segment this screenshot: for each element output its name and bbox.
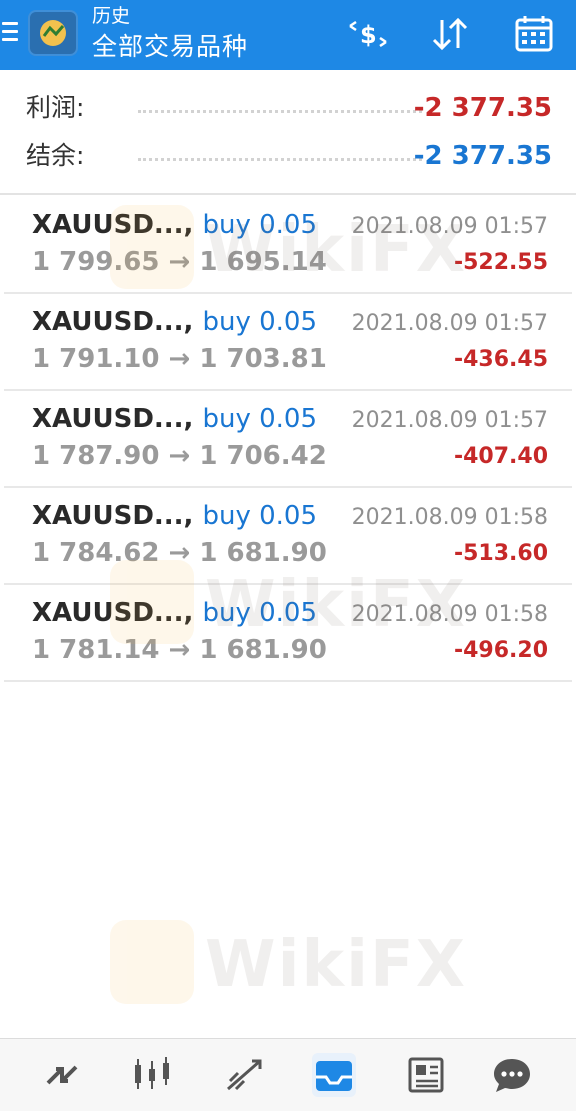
deal-profit: -407.40 bbox=[453, 444, 548, 469]
sort-icon[interactable] bbox=[428, 14, 472, 54]
app-logo-icon bbox=[28, 10, 78, 56]
menu-icon[interactable] bbox=[2, 22, 18, 44]
deal-symbol: XAUUSD..., bbox=[32, 598, 194, 628]
chart-icon[interactable] bbox=[130, 1053, 174, 1097]
deal-row[interactable]: XAUUSD..., buy 0.05 1 791.10 → 1 703.81 … bbox=[4, 293, 572, 391]
dotted-leader bbox=[138, 158, 422, 161]
watermark-logo-icon bbox=[110, 920, 194, 1004]
chat-icon[interactable] bbox=[490, 1053, 534, 1097]
deal-prices: 1 787.90 → 1 706.42 bbox=[32, 441, 327, 471]
dotted-leader bbox=[138, 110, 422, 113]
deal-side: buy 0.05 bbox=[202, 307, 318, 337]
summary-panel: 利润: -2 377.35 结余: -2 377.35 bbox=[0, 70, 576, 195]
calendar-icon[interactable] bbox=[512, 14, 556, 54]
trade-icon[interactable] bbox=[222, 1053, 266, 1097]
profit-label: 利润: bbox=[26, 93, 85, 122]
deal-time: 2021.08.09 01:58 bbox=[351, 505, 548, 530]
news-icon[interactable] bbox=[404, 1053, 448, 1097]
currency-exchange-icon[interactable]: $ bbox=[346, 14, 390, 54]
svg-text:$: $ bbox=[360, 21, 377, 49]
deal-side: buy 0.05 bbox=[202, 598, 318, 628]
deal-row[interactable]: XAUUSD..., buy 0.05 1 787.90 → 1 706.42 … bbox=[4, 390, 572, 488]
deal-profit: -496.20 bbox=[453, 638, 548, 663]
watermark: WikiFX bbox=[110, 920, 465, 1010]
deal-prices: 1 791.10 → 1 703.81 bbox=[32, 344, 327, 374]
deal-time: 2021.08.09 01:57 bbox=[351, 214, 548, 239]
watermark-text: WikiFX bbox=[205, 928, 468, 1002]
balance-row: 结余: -2 377.35 bbox=[26, 136, 552, 176]
deal-side: buy 0.05 bbox=[202, 404, 318, 434]
history-icon[interactable] bbox=[312, 1053, 356, 1097]
deal-time: 2021.08.09 01:58 bbox=[351, 602, 548, 627]
bottom-navigation bbox=[0, 1038, 576, 1111]
balance-label: 结余: bbox=[26, 141, 85, 170]
deal-row[interactable]: XAUUSD..., buy 0.05 1 799.65 → 1 695.14 … bbox=[4, 196, 572, 294]
deal-symbol: XAUUSD..., bbox=[32, 307, 194, 337]
deal-prices: 1 799.65 → 1 695.14 bbox=[32, 247, 327, 277]
deal-profit: -513.60 bbox=[453, 541, 548, 566]
deal-prices: 1 784.62 → 1 681.90 bbox=[32, 538, 327, 568]
deal-side: buy 0.05 bbox=[202, 501, 318, 531]
deal-time: 2021.08.09 01:57 bbox=[351, 311, 548, 336]
deal-symbol: XAUUSD..., bbox=[32, 501, 194, 531]
quotes-icon[interactable] bbox=[40, 1053, 84, 1097]
profit-value: -2 377.35 bbox=[413, 93, 552, 123]
top-app-bar: 历史 全部交易品种 $ bbox=[0, 0, 576, 70]
balance-value: -2 377.35 bbox=[413, 141, 552, 171]
deal-row[interactable]: XAUUSD..., buy 0.05 1 784.62 → 1 681.90 … bbox=[4, 487, 572, 585]
screen-title[interactable]: 全部交易品种 bbox=[92, 31, 248, 63]
deal-symbol: XAUUSD..., bbox=[32, 210, 194, 240]
screen-subtitle: 历史 bbox=[92, 5, 131, 27]
deal-row[interactable]: XAUUSD..., buy 0.05 1 781.14 → 1 681.90 … bbox=[4, 584, 572, 682]
deal-profit: -522.55 bbox=[453, 250, 548, 275]
deal-time: 2021.08.09 01:57 bbox=[351, 408, 548, 433]
deal-symbol: XAUUSD..., bbox=[32, 404, 194, 434]
deal-profit: -436.45 bbox=[453, 347, 548, 372]
profit-row: 利润: -2 377.35 bbox=[26, 88, 552, 128]
deal-side: buy 0.05 bbox=[202, 210, 318, 240]
deal-prices: 1 781.14 → 1 681.90 bbox=[32, 635, 327, 665]
